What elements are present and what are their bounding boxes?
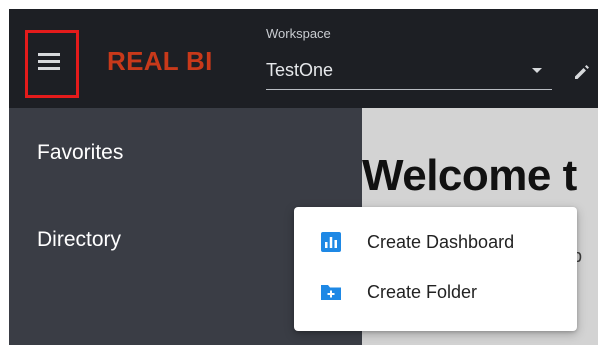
create-menu: Create Dashboard Create Folder <box>294 207 577 331</box>
pencil-icon[interactable] <box>572 62 592 82</box>
workspace-label: Workspace <box>266 26 331 41</box>
brand-logo-text: REAL BI <box>107 46 213 76</box>
welcome-heading: Welcome t <box>362 151 577 200</box>
menu-item-create-folder[interactable]: Create Folder <box>294 267 577 317</box>
folder-add-icon <box>320 281 342 303</box>
menu-item-create-dashboard[interactable]: Create Dashboard <box>294 217 577 267</box>
menu-item-label: Create Dashboard <box>367 232 515 252</box>
chevron-down-icon[interactable] <box>532 68 542 73</box>
app-window: REAL BI Workspace TestOne Favorites Dire… <box>0 0 598 345</box>
hamburger-icon[interactable] <box>38 53 60 71</box>
sidebar-item-directory[interactable]: Directory <box>37 226 121 254</box>
dashboard-icon <box>320 231 342 253</box>
menu-item-label: Create Folder <box>367 282 478 302</box>
sidebar-item-favorites[interactable]: Favorites <box>37 139 123 167</box>
workspace-select[interactable]: TestOne <box>266 54 552 90</box>
workspace-value: TestOne <box>266 60 334 80</box>
